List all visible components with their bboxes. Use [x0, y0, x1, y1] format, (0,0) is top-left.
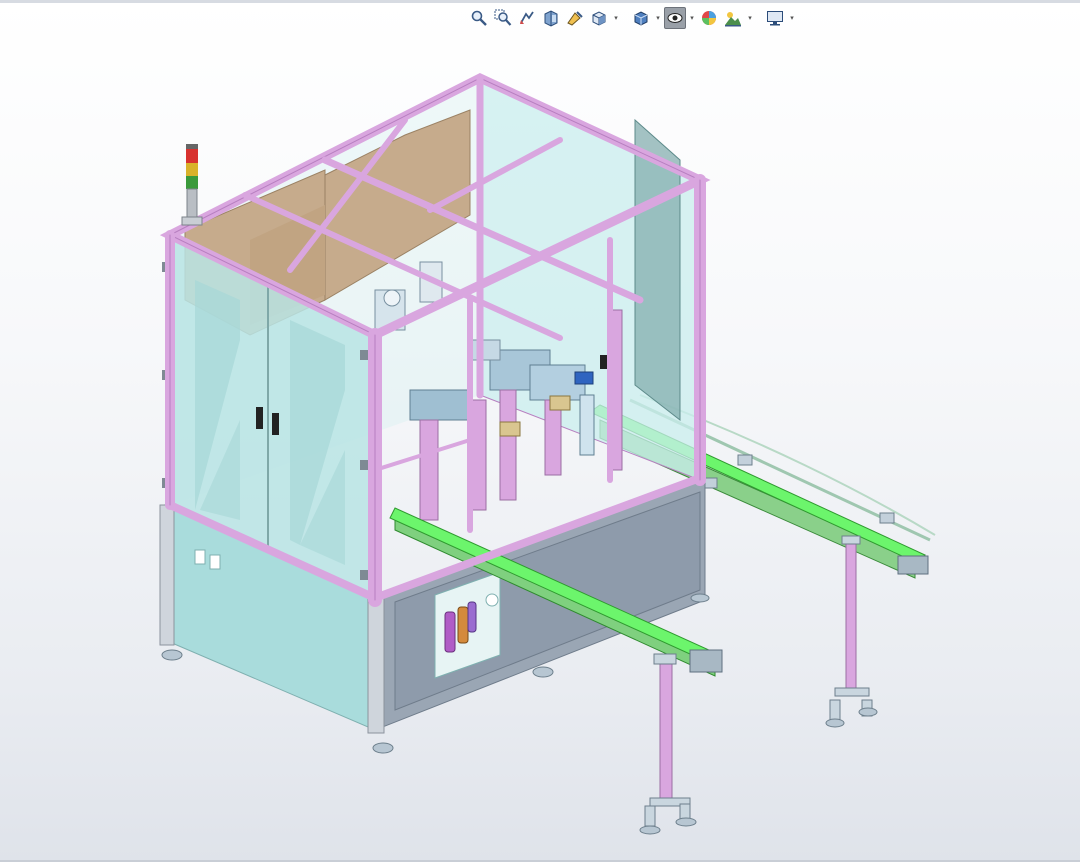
- heads-up-view-toolbar: ▾ ▾ ▾ ▾ ▾: [468, 6, 796, 30]
- view-settings-icon[interactable]: [764, 7, 786, 29]
- model-viewport[interactable]: [0, 32, 1080, 858]
- zoom-to-fit-icon[interactable]: [468, 7, 490, 29]
- display-style-icon[interactable]: [630, 7, 652, 29]
- edit-appearance-icon[interactable]: [698, 7, 720, 29]
- dynamic-annotation-icon[interactable]: [564, 7, 586, 29]
- apply-scene-dropdown-icon[interactable]: ▾: [746, 8, 754, 28]
- section-view-icon[interactable]: [540, 7, 562, 29]
- signal-tower: [181, 144, 203, 226]
- view-settings-dropdown-icon[interactable]: ▾: [788, 8, 796, 28]
- apply-scene-icon[interactable]: [722, 7, 744, 29]
- hide-show-items-icon[interactable]: [664, 7, 686, 29]
- view-orientation-dropdown-icon[interactable]: ▾: [612, 8, 620, 28]
- solidworks-graphics-area[interactable]: ▾ ▾ ▾ ▾ ▾: [0, 0, 1080, 862]
- previous-view-icon[interactable]: [516, 7, 538, 29]
- display-style-dropdown-icon[interactable]: ▾: [654, 8, 662, 28]
- zoom-to-area-icon[interactable]: [492, 7, 514, 29]
- hide-show-dropdown-icon[interactable]: ▾: [688, 8, 696, 28]
- view-orientation-icon[interactable]: [588, 7, 610, 29]
- window-top-border: [0, 0, 1080, 3]
